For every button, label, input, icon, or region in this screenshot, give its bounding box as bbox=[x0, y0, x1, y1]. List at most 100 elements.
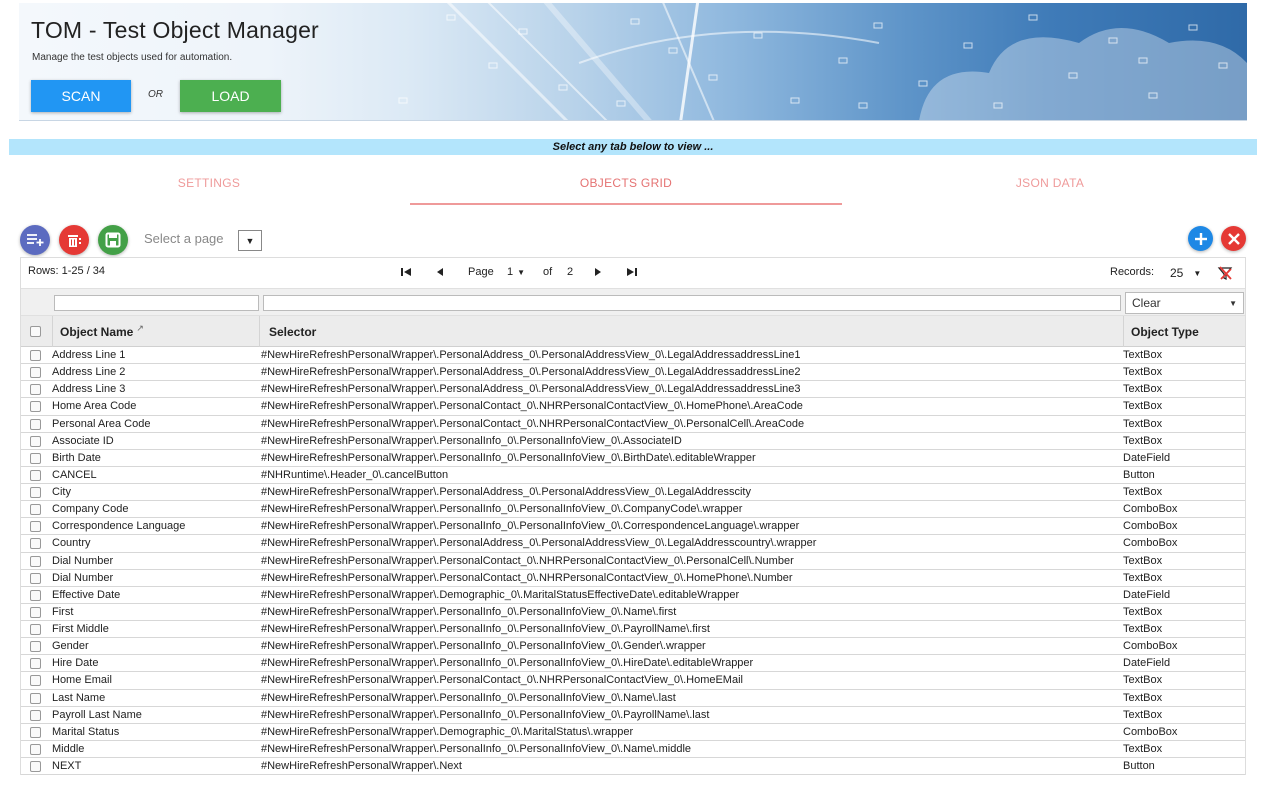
scan-button[interactable]: SCAN bbox=[31, 80, 131, 112]
row-checkbox[interactable] bbox=[30, 641, 41, 653]
select-page-dropdown[interactable]: ▼ bbox=[238, 230, 262, 251]
row-checkbox[interactable] bbox=[30, 452, 41, 464]
object-name-cell[interactable]: Personal Area Code bbox=[52, 418, 150, 430]
table-row[interactable]: First #NewHireRefreshPersonalWrapper\.Per… bbox=[21, 603, 1245, 621]
selector-cell[interactable]: #NewHireRefreshPersonalWrapper\.Personal… bbox=[261, 555, 794, 567]
object-name-cell[interactable]: Home Email bbox=[52, 674, 112, 686]
selector-cell[interactable]: #NewHireRefreshPersonalWrapper\.Personal… bbox=[261, 623, 710, 635]
row-checkbox[interactable] bbox=[30, 606, 41, 618]
table-row[interactable]: Gender #NewHireRefreshPersonalWrapper\.Pe… bbox=[21, 638, 1245, 656]
row-checkbox[interactable] bbox=[30, 555, 41, 567]
add-row-button[interactable] bbox=[20, 225, 50, 255]
object-type-cell[interactable]: TextBox bbox=[1123, 383, 1162, 395]
page-number-select[interactable]: 1 ▼ bbox=[505, 263, 533, 281]
add-object-button[interactable] bbox=[1188, 226, 1213, 251]
select-all-checkbox[interactable] bbox=[30, 316, 41, 347]
table-row[interactable]: Home Email #NewHireRefreshPersonalWrapper… bbox=[21, 672, 1245, 690]
object-type-cell[interactable]: TextBox bbox=[1123, 572, 1162, 584]
object-type-cell[interactable]: TextBox bbox=[1123, 674, 1162, 686]
selector-cell[interactable]: #NewHireRefreshPersonalWrapper\.Personal… bbox=[261, 606, 676, 618]
object-name-cell[interactable]: Address Line 3 bbox=[52, 383, 125, 395]
object-name-cell[interactable]: Last Name bbox=[52, 692, 105, 704]
load-button[interactable]: LOAD bbox=[180, 80, 281, 112]
object-type-cell[interactable]: TextBox bbox=[1123, 486, 1162, 498]
object-name-cell[interactable]: Country bbox=[52, 537, 91, 549]
selector-cell[interactable]: #NewHireRefreshPersonalWrapper\.Personal… bbox=[261, 743, 691, 755]
last-page-icon[interactable] bbox=[627, 267, 637, 280]
object-name-cell[interactable]: First Middle bbox=[52, 623, 109, 635]
table-row[interactable]: Birth Date #NewHireRefreshPersonalWrapper… bbox=[21, 449, 1245, 467]
selector-cell[interactable]: #NewHireRefreshPersonalWrapper\.Personal… bbox=[261, 640, 706, 652]
table-row[interactable]: Address Line 3 #NewHireRefreshPersonalWra… bbox=[21, 381, 1245, 399]
table-row[interactable]: Address Line 1 #NewHireRefreshPersonalWra… bbox=[21, 347, 1245, 365]
row-checkbox[interactable] bbox=[30, 487, 41, 498]
table-row[interactable]: Effective Date #NewHireRefreshPersonalWra… bbox=[21, 586, 1245, 604]
object-name-cell[interactable]: Birth Date bbox=[52, 452, 101, 464]
object-name-cell[interactable]: CANCEL bbox=[52, 469, 97, 481]
table-row[interactable]: Dial Number #NewHireRefreshPersonalWrappe… bbox=[21, 552, 1245, 570]
selector-cell[interactable]: #NewHireRefreshPersonalWrapper\.Personal… bbox=[261, 435, 682, 447]
object-type-cell[interactable]: Button bbox=[1123, 469, 1155, 481]
selector-cell[interactable]: #NewHireRefreshPersonalWrapper\.Personal… bbox=[261, 400, 803, 412]
records-per-page-select[interactable]: 25 ▼ bbox=[1164, 263, 1208, 283]
object-type-cell[interactable]: ComboBox bbox=[1123, 726, 1177, 738]
selector-cell[interactable]: #NewHireRefreshPersonalWrapper\.Personal… bbox=[261, 366, 801, 378]
row-checkbox[interactable] bbox=[30, 658, 41, 670]
object-type-cell[interactable]: TextBox bbox=[1123, 400, 1162, 412]
row-checkbox[interactable] bbox=[30, 709, 41, 721]
object-name-cell[interactable]: Gender bbox=[52, 640, 89, 652]
selector-cell[interactable]: #NewHireRefreshPersonalWrapper\.Personal… bbox=[261, 537, 816, 549]
object-name-cell[interactable]: Associate ID bbox=[52, 435, 114, 447]
selector-cell[interactable]: #NewHireRefreshPersonalWrapper\.Personal… bbox=[261, 709, 709, 721]
table-row[interactable]: Hire Date #NewHireRefreshPersonalWrapper\… bbox=[21, 655, 1245, 673]
table-row[interactable]: Payroll Last Name #NewHireRefreshPersonal… bbox=[21, 706, 1245, 724]
table-row[interactable]: NEXT #NewHireRefreshPersonalWrapper\.Next… bbox=[21, 758, 1245, 776]
selector-cell[interactable]: #NewHireRefreshPersonalWrapper\.Personal… bbox=[261, 520, 799, 532]
object-type-cell[interactable]: ComboBox bbox=[1123, 503, 1177, 515]
object-type-cell[interactable]: TextBox bbox=[1123, 623, 1162, 635]
table-row[interactable]: Country #NewHireRefreshPersonalWrapper\.P… bbox=[21, 535, 1245, 553]
object-type-cell[interactable]: TextBox bbox=[1123, 418, 1162, 430]
checkbox[interactable] bbox=[30, 326, 41, 337]
table-row[interactable]: First Middle #NewHireRefreshPersonalWrapp… bbox=[21, 621, 1245, 639]
selector-cell[interactable]: #NewHireRefreshPersonalWrapper\.Demograp… bbox=[261, 726, 633, 738]
selector-cell[interactable]: #NewHireRefreshPersonalWrapper\.Personal… bbox=[261, 503, 742, 515]
object-name-cell[interactable]: Address Line 2 bbox=[52, 366, 125, 378]
row-checkbox[interactable] bbox=[30, 521, 41, 533]
row-checkbox[interactable] bbox=[30, 589, 41, 601]
object-name-cell[interactable]: Dial Number bbox=[52, 572, 113, 584]
object-name-cell[interactable]: Middle bbox=[52, 743, 84, 755]
selector-cell[interactable]: #NewHireRefreshPersonalWrapper\.Personal… bbox=[261, 572, 793, 584]
object-type-cell[interactable]: ComboBox bbox=[1123, 537, 1177, 549]
row-checkbox[interactable] bbox=[30, 384, 41, 396]
table-row[interactable]: Personal Area Code #NewHireRefreshPersona… bbox=[21, 415, 1245, 433]
next-page-icon[interactable] bbox=[594, 267, 602, 280]
row-checkbox[interactable] bbox=[30, 743, 41, 755]
row-checkbox[interactable] bbox=[30, 572, 41, 584]
selector-cell[interactable]: #NewHireRefreshPersonalWrapper\.Next bbox=[261, 760, 462, 772]
selector-cell[interactable]: #NewHireRefreshPersonalWrapper\.Personal… bbox=[261, 657, 753, 669]
selector-cell[interactable]: #NewHireRefreshPersonalWrapper\.Personal… bbox=[261, 349, 801, 361]
prev-page-icon[interactable] bbox=[436, 267, 444, 280]
table-row[interactable]: Marital Status #NewHireRefreshPersonalWra… bbox=[21, 723, 1245, 741]
row-checkbox[interactable] bbox=[30, 469, 41, 481]
table-row[interactable]: Address Line 2 #NewHireRefreshPersonalWra… bbox=[21, 364, 1245, 382]
table-row[interactable]: CANCEL #NHRuntime\.Header_0\.cancelButton… bbox=[21, 466, 1245, 484]
object-type-cell[interactable]: TextBox bbox=[1123, 709, 1162, 721]
column-header-object-name[interactable]: Object Name ↗ bbox=[60, 316, 144, 347]
row-checkbox[interactable] bbox=[30, 761, 41, 772]
clear-filter-button[interactable] bbox=[1217, 265, 1233, 281]
table-row[interactable]: Company Code #NewHireRefreshPersonalWrapp… bbox=[21, 501, 1245, 519]
selector-cell[interactable]: #NHRuntime\.Header_0\.cancelButton bbox=[261, 469, 448, 481]
save-button[interactable] bbox=[98, 225, 128, 255]
object-name-cell[interactable]: City bbox=[52, 486, 71, 498]
selector-cell[interactable]: #NewHireRefreshPersonalWrapper\.Personal… bbox=[261, 418, 804, 430]
object-type-cell[interactable]: TextBox bbox=[1123, 349, 1162, 361]
selector-cell[interactable]: #NewHireRefreshPersonalWrapper\.Personal… bbox=[261, 486, 751, 498]
column-header-object-type[interactable]: Object Type bbox=[1131, 316, 1199, 347]
selector-cell[interactable]: #NewHireRefreshPersonalWrapper\.Personal… bbox=[261, 692, 676, 704]
selector-cell[interactable]: #NewHireRefreshPersonalWrapper\.Personal… bbox=[261, 383, 801, 395]
table-row[interactable]: City #NewHireRefreshPersonalWrapper\.Pers… bbox=[21, 484, 1245, 502]
selector-cell[interactable]: #NewHireRefreshPersonalWrapper\.Personal… bbox=[261, 452, 756, 464]
object-type-cell[interactable]: Button bbox=[1123, 760, 1155, 772]
